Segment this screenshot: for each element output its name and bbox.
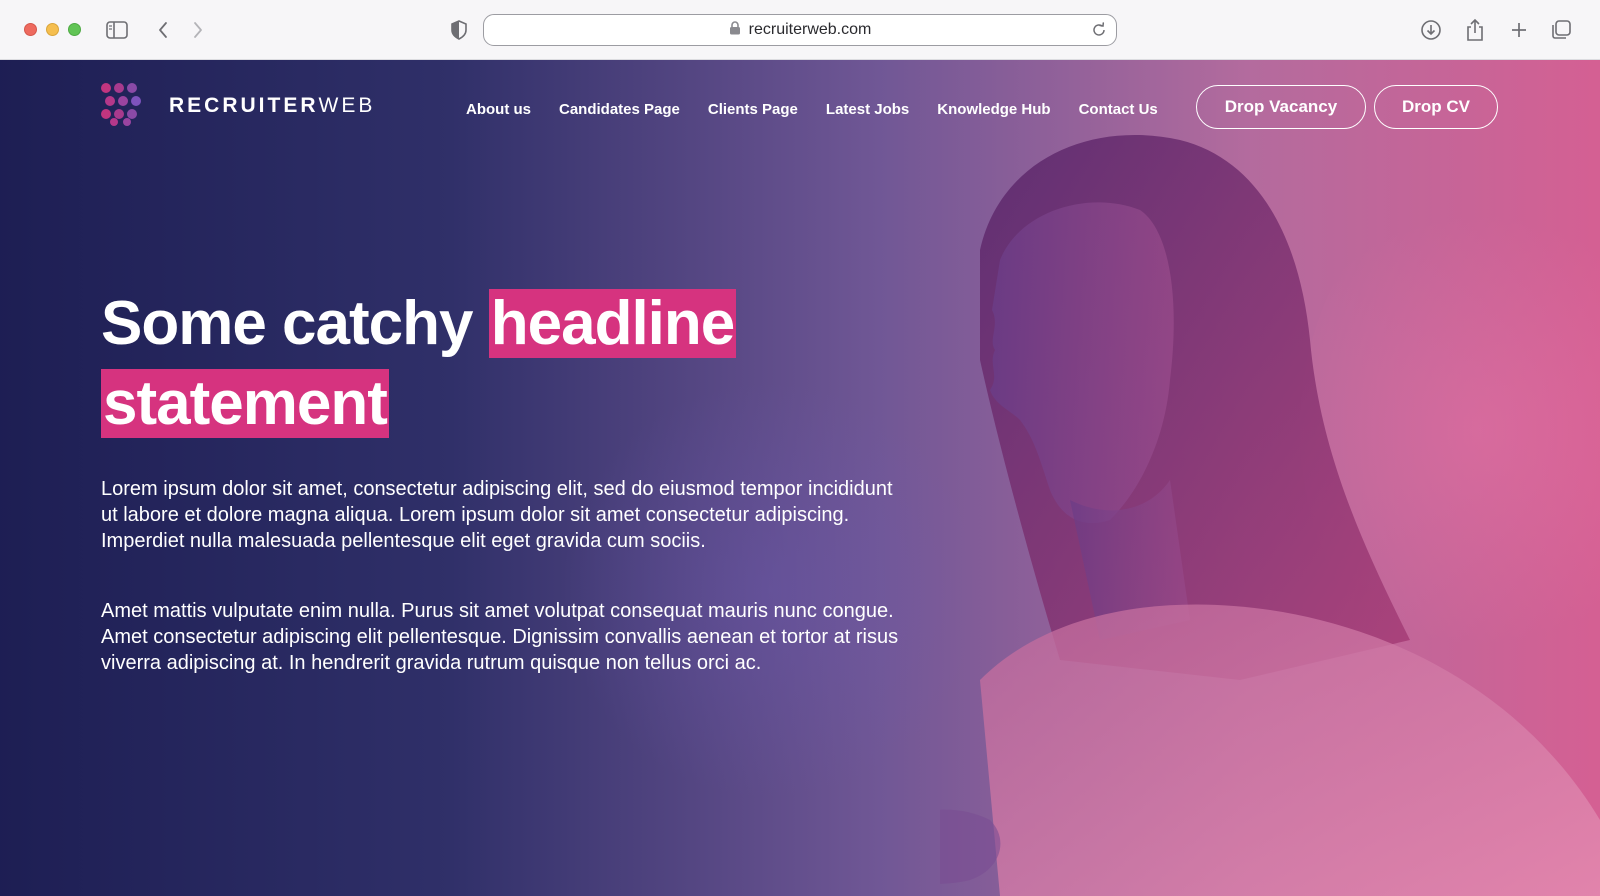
shield-icon[interactable] xyxy=(446,17,472,43)
brand-name[interactable]: RECRUITERWEB xyxy=(169,94,375,118)
new-tab-icon[interactable] xyxy=(1506,17,1532,43)
drop-vacancy-button[interactable]: Drop Vacancy xyxy=(1196,85,1366,129)
hero-headline: Some catchy headline statement xyxy=(101,284,1001,444)
share-icon[interactable] xyxy=(1462,17,1488,43)
brand-name-bold: RECRUITER xyxy=(169,94,319,117)
headline-text: Some catchy xyxy=(101,289,489,358)
url-text: recruiterweb.com xyxy=(748,21,872,38)
reload-icon[interactable] xyxy=(1090,21,1108,39)
minimize-window-button[interactable] xyxy=(46,23,59,36)
zoom-window-button[interactable] xyxy=(68,23,81,36)
main-nav: About us Candidates Page Clients Page La… xyxy=(466,101,1158,118)
download-icon[interactable] xyxy=(1418,17,1444,43)
headline-highlight: statement xyxy=(101,369,389,438)
hero-photo-woman xyxy=(940,134,1600,896)
close-window-button[interactable] xyxy=(24,23,37,36)
lock-icon xyxy=(729,20,741,40)
headline-highlight: headline xyxy=(488,289,737,358)
nav-about-us[interactable]: About us xyxy=(466,101,531,118)
sidebar-icon[interactable] xyxy=(104,17,130,43)
hero-section: RECRUITERWEB About us Candidates Page Cl… xyxy=(0,60,1600,896)
nav-clients-page[interactable]: Clients Page xyxy=(708,101,798,118)
browser-toolbar: recruiterweb.com xyxy=(0,0,1600,60)
brand-name-light: WEB xyxy=(318,94,376,117)
tabs-overview-icon[interactable] xyxy=(1548,17,1574,43)
drop-cv-button[interactable]: Drop CV xyxy=(1374,85,1498,129)
nav-latest-jobs[interactable]: Latest Jobs xyxy=(826,101,909,118)
dot-grid-logo[interactable] xyxy=(100,82,144,126)
nav-candidates-page[interactable]: Candidates Page xyxy=(559,101,680,118)
hero-paragraph: Amet mattis vulputate enim nulla. Purus … xyxy=(101,600,899,674)
hero-paragraph: Lorem ipsum dolor sit amet, consectetur … xyxy=(101,478,893,552)
nav-knowledge-hub[interactable]: Knowledge Hub xyxy=(937,101,1050,118)
address-bar[interactable]: recruiterweb.com xyxy=(483,14,1117,46)
back-icon[interactable] xyxy=(150,17,176,43)
forward-icon[interactable] xyxy=(185,17,211,43)
nav-contact-us[interactable]: Contact Us xyxy=(1079,101,1158,118)
